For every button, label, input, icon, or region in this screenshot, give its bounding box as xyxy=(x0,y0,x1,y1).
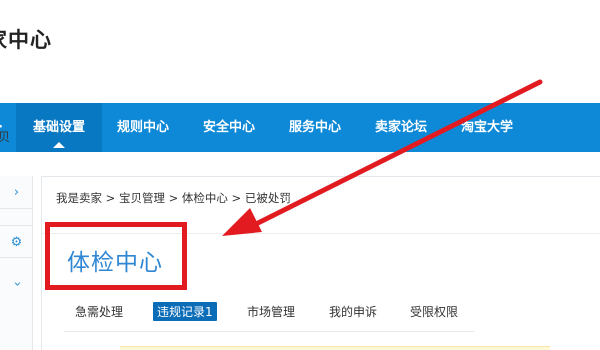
nav-item-taobao-university[interactable]: 淘宝大学 xyxy=(461,103,513,152)
sidebar-collapse-toggle[interactable]: › xyxy=(0,271,33,304)
main-nav: · 基础设置 规则中心 安全中心 服务中心 卖家论坛 淘宝大学 xyxy=(0,103,600,152)
tab-my-appeals[interactable]: 我的申诉 xyxy=(329,303,377,320)
annotation-highlight-box xyxy=(45,222,187,290)
chevron-down-icon: › xyxy=(9,281,25,287)
sidebar: › ⚙ › xyxy=(0,176,33,350)
tab-violation-records[interactable]: 违规记录1 xyxy=(153,302,217,321)
sidebar-settings-button[interactable]: ⚙ xyxy=(0,225,33,258)
notice-strip xyxy=(120,346,550,350)
sidebar-item-label[interactable]: 贝 xyxy=(0,128,10,145)
tabs-underline xyxy=(64,331,474,332)
nav-item-seller-forum[interactable]: 卖家论坛 xyxy=(375,103,427,152)
nav-item-rules-center[interactable]: 规则中心 xyxy=(117,103,169,152)
nav-item-service-center[interactable]: 服务中心 xyxy=(289,103,341,152)
chevron-right-icon: › xyxy=(13,185,20,200)
site-title: 家中心 xyxy=(0,28,52,52)
active-nav-caret xyxy=(53,142,65,148)
nav-item-security-center[interactable]: 安全中心 xyxy=(203,103,255,152)
tab-urgent[interactable]: 急需处理 xyxy=(75,303,123,320)
breadcrumb: 我是卖家 > 宝贝管理 > 体检中心 > 已被处罚 xyxy=(56,191,291,205)
gear-icon: ⚙ xyxy=(10,235,23,250)
tab-restricted-permissions[interactable]: 受限权限 xyxy=(410,303,458,320)
sidebar-expand-button[interactable]: › xyxy=(0,176,33,209)
tab-market-management[interactable]: 市场管理 xyxy=(247,303,295,320)
